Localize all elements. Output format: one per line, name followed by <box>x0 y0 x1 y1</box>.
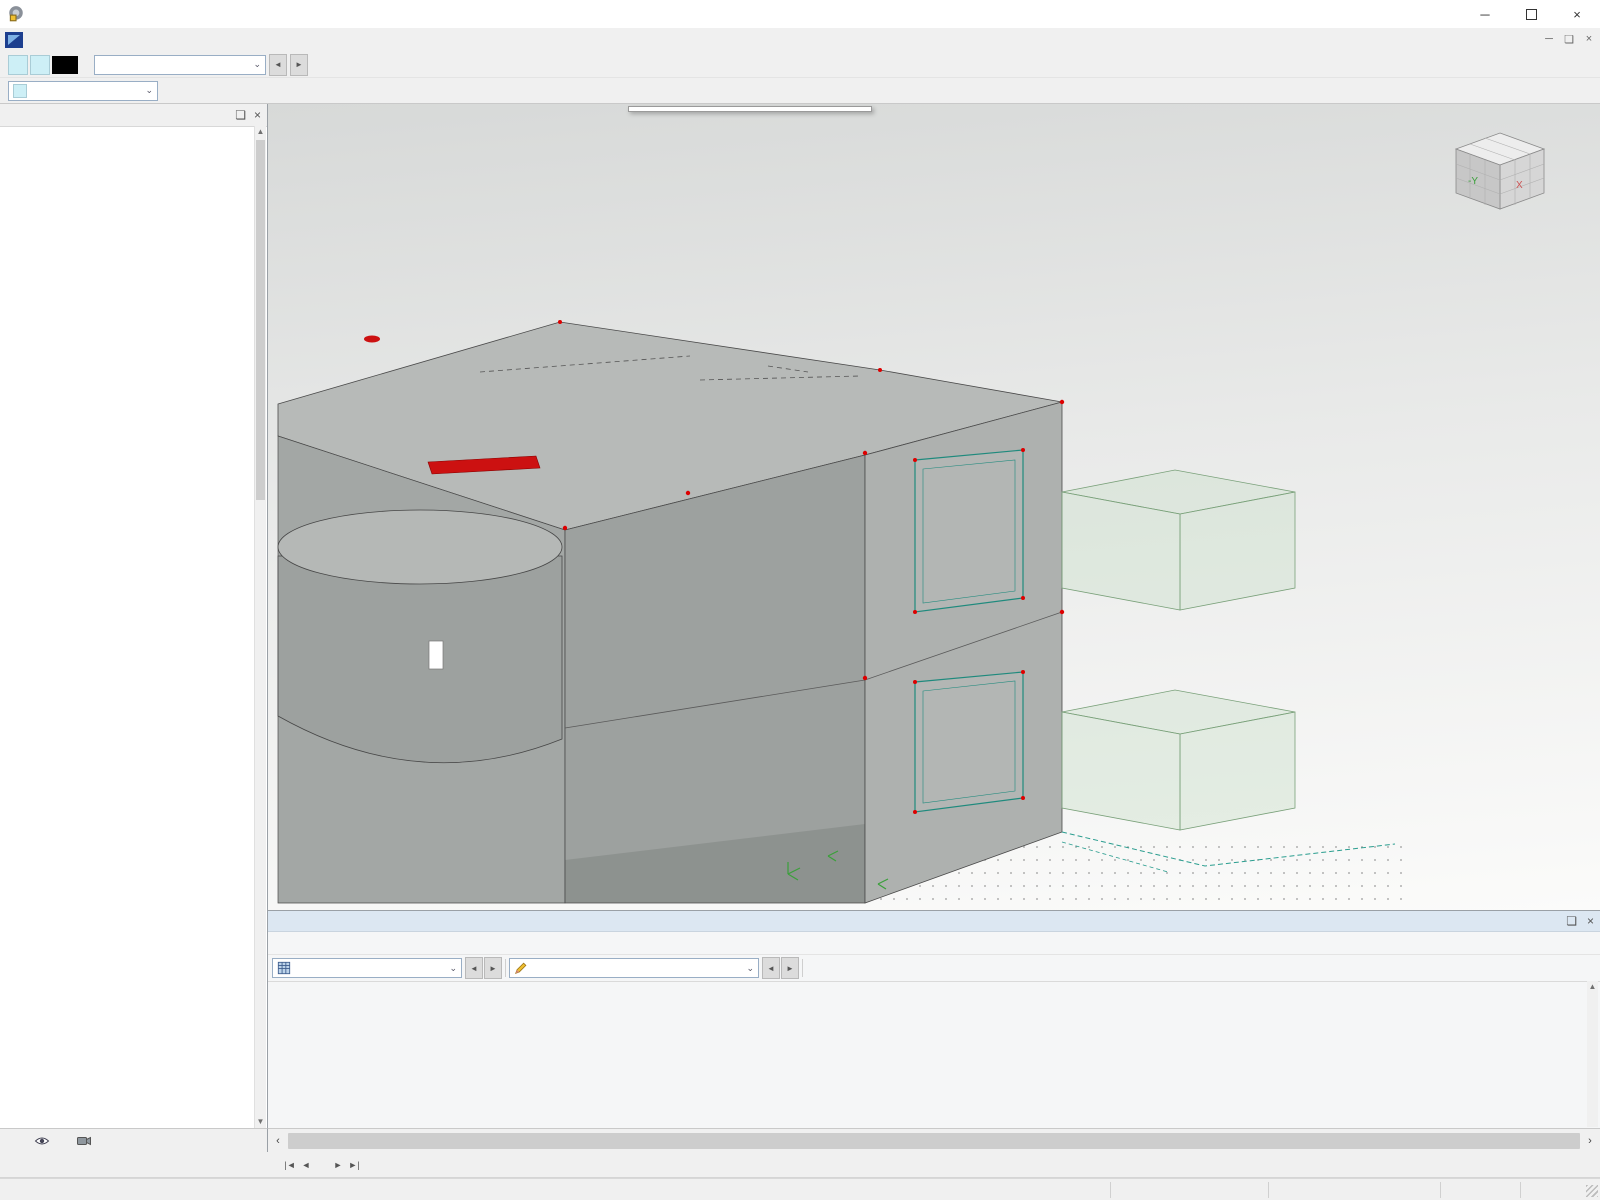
float-table-icon[interactable]: ❏ <box>1566 914 1577 928</box>
eye-icon <box>34 1137 50 1144</box>
table-category-combobox[interactable]: ⌄ <box>509 958 759 978</box>
camera-icon <box>77 1136 91 1145</box>
edit-pencil-icon <box>515 962 527 974</box>
load-volume-lower[interactable] <box>1061 689 1296 831</box>
roof-red-opening[interactable] <box>364 335 380 343</box>
structure-tables-icon <box>277 961 291 975</box>
cylinder-top[interactable] <box>277 509 563 585</box>
rfem-application-window: ─ × ─ ❏ × ⌄ ◄ ► ⌄ ❏ × ▲ ▼ -Y X ❏ × ⌄ ◄ ►… <box>0 0 1600 1200</box>
next-table-button[interactable]: ► <box>484 957 502 979</box>
minimize-button[interactable]: ─ <box>1462 0 1508 28</box>
load-case-combobox[interactable]: ⌄ <box>94 54 266 75</box>
navigator-scrollbar[interactable]: ▲ ▼ <box>254 126 266 1128</box>
camera-button[interactable] <box>70 1129 98 1153</box>
insert-toolbar: ⌄ <box>0 78 1600 104</box>
scrollbar-track[interactable] <box>288 1132 1580 1149</box>
load-case-selector: ⌄ ◄ ► <box>8 53 308 76</box>
close-panel-icon[interactable]: × <box>254 108 261 122</box>
scroll-left-arrow[interactable]: ‹ <box>270 1135 286 1147</box>
svg-text:X: X <box>1516 180 1523 191</box>
model-3d-viewport[interactable]: -Y X <box>268 104 1600 910</box>
menu-bar <box>0 28 1600 53</box>
materials-panel: ❏ × ⌄ ◄ ► ⌄ ◄ ► ▲ <box>268 910 1600 1128</box>
next-load-case-button[interactable]: ► <box>290 53 308 76</box>
materials-toolbar: ⌄ ◄ ► ⌄ ◄ ► <box>268 955 1600 982</box>
previous-category-button[interactable]: ◄ <box>762 957 780 979</box>
coordinate-system-combobox[interactable]: ⌄ <box>8 80 158 101</box>
wall-opening[interactable] <box>428 640 444 670</box>
table-horizontal-scrollbar[interactable]: ‹ › <box>268 1128 1600 1152</box>
load-volume-upper[interactable] <box>1061 469 1296 611</box>
previous-load-case-button[interactable]: ◄ <box>269 53 287 76</box>
first-table-button[interactable]: |◄ <box>282 1156 298 1174</box>
status-bar <box>0 1178 1600 1200</box>
next-category-button[interactable]: ► <box>781 957 799 979</box>
maximize-button[interactable] <box>1508 0 1554 28</box>
table-record-navigator: |◄ ◄ ► ►| <box>282 1156 362 1174</box>
previous-page-button[interactable]: ◄ <box>298 1156 314 1174</box>
project-icon <box>5 32 23 48</box>
app-logo-icon <box>9 6 23 22</box>
close-table-icon[interactable]: × <box>1587 914 1594 928</box>
scroll-right-arrow[interactable]: › <box>1582 1135 1598 1147</box>
mdi-window-buttons[interactable]: ─ ❏ × <box>1542 33 1596 46</box>
display-navigator-tree <box>0 126 256 1128</box>
load-case-type-badge <box>52 55 78 74</box>
close-button[interactable]: × <box>1554 0 1600 28</box>
window-opening-lower[interactable] <box>914 671 1024 813</box>
visibility-eye-button[interactable] <box>28 1129 56 1153</box>
float-panel-icon[interactable]: ❏ <box>235 108 246 122</box>
materials-panel-header: ❏ × <box>268 911 1600 932</box>
last-table-button[interactable]: ►| <box>346 1156 362 1174</box>
scrollbar-thumb[interactable] <box>256 140 265 500</box>
table-group-combobox[interactable]: ⌄ <box>272 958 462 978</box>
structure-3d-scene: -Y X <box>277 132 1546 910</box>
table-tab-bar: |◄ ◄ ► ►| <box>0 1152 1600 1178</box>
navigation-cube[interactable]: -Y X <box>1454 132 1546 210</box>
navigator-header: ❏ × <box>0 104 267 127</box>
window-opening-upper[interactable] <box>914 449 1024 613</box>
navigator-footer-toolbar <box>0 1128 268 1152</box>
next-page-button[interactable]: ► <box>330 1156 346 1174</box>
previous-table-button[interactable]: ◄ <box>465 957 483 979</box>
new-load-context-menu <box>628 106 872 112</box>
materials-table-scrollbar[interactable]: ▲ <box>1587 981 1598 1127</box>
svg-text:-Y: -Y <box>1468 176 1478 187</box>
materials-menu-bar <box>268 932 1600 955</box>
load-case-color-swatch[interactable] <box>30 54 50 75</box>
resize-grip[interactable] <box>1586 1185 1598 1197</box>
cylinder-body[interactable] <box>277 555 563 764</box>
coordinate-system-selector: ⌄ <box>8 80 158 101</box>
standard-toolbar: ⌄ ◄ ► <box>0 52 1600 78</box>
title-bar: ─ × <box>0 0 1600 29</box>
load-case-color-swatch[interactable] <box>8 54 28 75</box>
navigator-panel: ❏ × ▲ ▼ <box>0 104 268 1128</box>
